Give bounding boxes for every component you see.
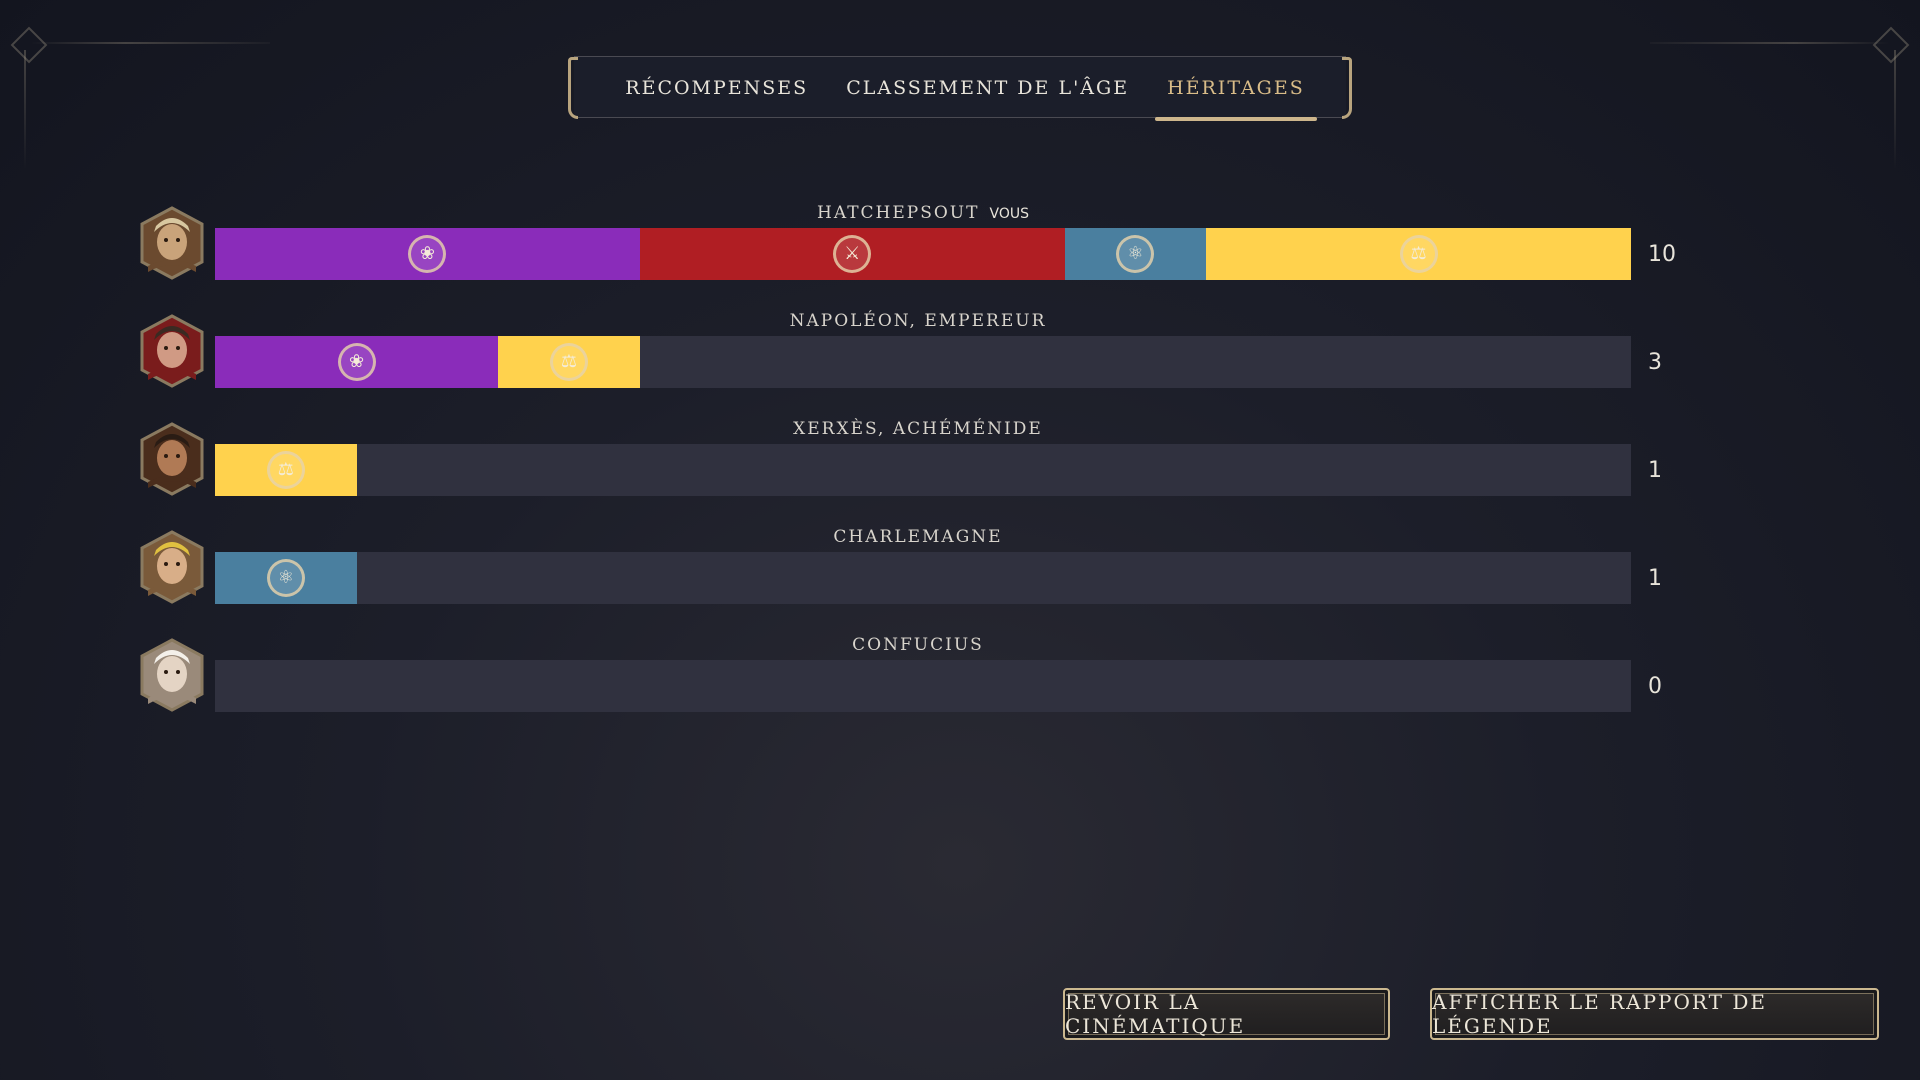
legend-report-button[interactable]: AFFICHER LE RAPPORT DE LÉGENDE — [1430, 988, 1879, 1040]
frame-corner-ornament-right — [1872, 26, 1910, 64]
economic-legacy-segment: ⚖ — [1206, 228, 1631, 280]
leader-name: CONFUCIUS — [215, 634, 1631, 656]
tab-legacies[interactable]: HÉRITAGES — [1155, 57, 1317, 121]
leader-portrait — [140, 206, 204, 280]
leader-name-text: HATCHEPSOUT — [817, 203, 980, 223]
player-row: NAPOLÉON, EMPEREUR ❀ ⚖ 3 — [0, 310, 1920, 410]
leader-name-text: CONFUCIUS — [852, 635, 984, 655]
legacy-progress-track: ⚛ — [215, 552, 1631, 604]
science-legacy-segment: ⚛ — [215, 552, 357, 604]
leader-portrait — [140, 530, 204, 604]
military-legacy-icon: ⚔ — [833, 235, 872, 273]
player-row: CHARLEMAGNE ⚛ 1 — [0, 526, 1920, 626]
leader-name-text: XERXÈS, ACHÉMÉNIDE — [793, 419, 1043, 439]
culture-legacy-icon: ❀ — [337, 343, 376, 381]
you-tag: VOUS — [989, 206, 1029, 222]
legacy-progress-track: ❀ ⚔ ⚛ ⚖ — [215, 228, 1631, 280]
leader-name: HATCHEPSOUT VOUS — [215, 202, 1631, 224]
legacy-progress-track: ❀ ⚖ — [215, 336, 1631, 388]
player-row: HATCHEPSOUT VOUS ❀ ⚔ ⚛ ⚖ 10 — [0, 202, 1920, 302]
frame-top-left — [30, 42, 270, 44]
legacy-score: 10 — [1648, 242, 1676, 267]
leader-name-text: CHARLEMAGNE — [833, 527, 1003, 547]
player-row: CONFUCIUS 0 — [0, 634, 1920, 734]
economic-legacy-segment: ⚖ — [215, 444, 357, 496]
leader-name: XERXÈS, ACHÉMÉNIDE — [215, 418, 1631, 440]
frame-corner-ornament-left — [10, 26, 48, 64]
culture-legacy-segment: ❀ — [215, 228, 640, 280]
economic-legacy-icon: ⚖ — [266, 451, 305, 489]
legacy-score: 1 — [1648, 458, 1662, 483]
economic-legacy-icon: ⚖ — [1399, 235, 1438, 273]
player-row: XERXÈS, ACHÉMÉNIDE ⚖ 1 — [0, 418, 1920, 518]
leader-portrait — [140, 314, 204, 388]
leader-portrait — [140, 422, 204, 496]
culture-legacy-icon: ❀ — [408, 235, 447, 273]
economic-legacy-segment: ⚖ — [498, 336, 640, 388]
frame-top-right — [1650, 42, 1890, 44]
tab-rewards[interactable]: RÉCOMPENSES — [625, 57, 808, 119]
legacy-progress-track — [215, 660, 1631, 712]
culture-legacy-segment: ❀ — [215, 336, 499, 388]
science-legacy-icon: ⚛ — [1116, 235, 1155, 273]
leader-portrait — [140, 638, 204, 712]
leader-name: NAPOLÉON, EMPEREUR — [215, 310, 1631, 332]
replay-cinematic-button[interactable]: REVOIR LA CINÉMATIQUE — [1063, 988, 1390, 1040]
legacy-progress-track: ⚖ — [215, 444, 1631, 496]
legacy-score: 3 — [1648, 350, 1662, 375]
frame-left-edge — [24, 50, 26, 170]
science-legacy-icon: ⚛ — [266, 559, 305, 597]
tab-age-ranking[interactable]: CLASSEMENT DE L'ÂGE — [846, 57, 1129, 119]
legacy-score: 1 — [1648, 566, 1662, 591]
science-legacy-segment: ⚛ — [1064, 228, 1207, 280]
leader-name: CHARLEMAGNE — [215, 526, 1631, 548]
legacy-score: 0 — [1648, 674, 1662, 699]
leader-name-text: NAPOLÉON, EMPEREUR — [789, 311, 1047, 331]
military-legacy-segment: ⚔ — [639, 228, 1065, 280]
tab-bar: RÉCOMPENSES CLASSEMENT DE L'ÂGE HÉRITAGE… — [568, 56, 1352, 121]
frame-right-edge — [1894, 50, 1896, 170]
economic-legacy-icon: ⚖ — [549, 343, 588, 381]
